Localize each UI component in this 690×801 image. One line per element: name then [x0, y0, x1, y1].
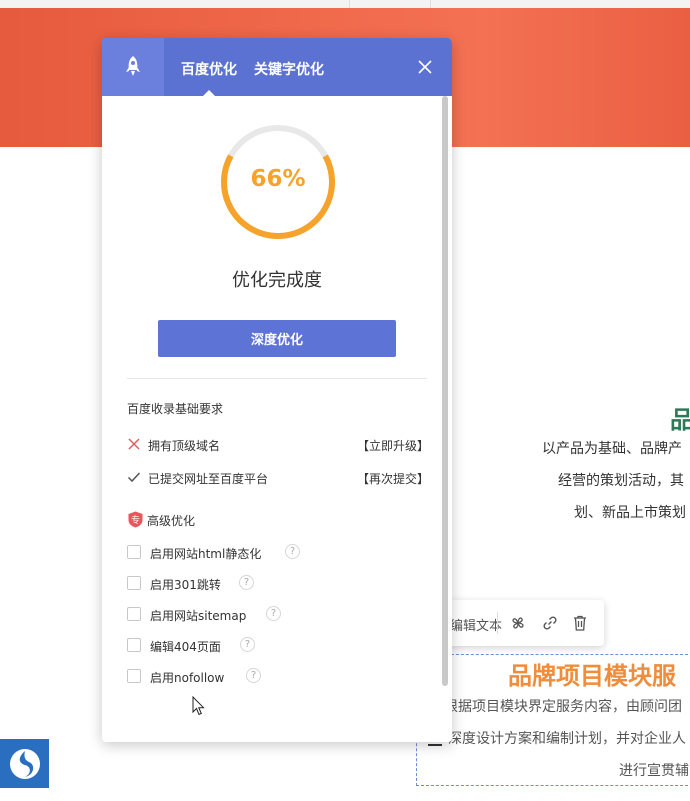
option-label[interactable]: 启用nofollow	[150, 669, 224, 686]
section-heading: 品	[670, 406, 690, 434]
requirement-row: 已提交网址至百度平台 【再次提交】	[127, 468, 429, 488]
requirement-label: 拥有顶级域名	[148, 439, 221, 453]
progress-percent: 66%	[250, 166, 306, 192]
requirement-label: 已提交网址至百度平台	[148, 472, 269, 486]
edit-text-button[interactable]: 编辑文本	[450, 615, 502, 634]
top-bar-divider	[349, 0, 350, 8]
option-row[interactable]: 编辑404页面 ?	[127, 637, 367, 657]
module-text-line: 进行宣贯辅	[619, 763, 689, 779]
help-icon[interactable]: ?	[246, 668, 261, 683]
resubmit-link[interactable]: 【再次提交】	[357, 470, 429, 487]
toolbar-divider	[497, 612, 498, 634]
link-icon[interactable]	[539, 612, 561, 634]
svg-text:专: 专	[131, 514, 140, 526]
cross-icon	[128, 438, 140, 450]
close-icon[interactable]	[416, 58, 434, 76]
logo-swirl-icon	[9, 748, 40, 779]
section-text-line: 以产品为基础、品牌产	[542, 441, 682, 457]
section-divider	[127, 378, 427, 379]
upgrade-now-link[interactable]: 【立即升级】	[357, 437, 429, 454]
progress-caption: 优化完成度	[232, 270, 322, 291]
requirements-title: 百度收录基础要求	[127, 402, 224, 416]
option-label[interactable]: 启用301跳转	[150, 576, 221, 593]
option-checkbox[interactable]	[127, 545, 141, 559]
option-label[interactable]: 启用网站sitemap	[150, 607, 246, 624]
option-checkbox[interactable]	[127, 607, 141, 621]
option-checkbox[interactable]	[127, 669, 141, 683]
panel-header: 百度优化 关键字优化	[102, 38, 452, 96]
active-tab-indicator	[203, 90, 215, 96]
site-top-bar	[0, 0, 690, 8]
option-row[interactable]: 启用网站sitemap ?	[127, 606, 367, 626]
help-icon[interactable]: ?	[266, 606, 281, 621]
seo-optimization-panel: 百度优化 关键字优化 66% 优化完成度 深度优化 百度收录基础要求 拥有顶级域…	[102, 38, 452, 742]
option-label[interactable]: 编辑404页面	[150, 638, 221, 655]
tab-baidu-optimization[interactable]: 百度优化	[181, 59, 237, 79]
help-icon[interactable]: ?	[240, 637, 255, 652]
top-bar-divider	[430, 0, 431, 8]
option-checkbox[interactable]	[127, 638, 141, 652]
section-text-line: 经营的策划活动，其	[558, 473, 684, 489]
site-logo[interactable]	[0, 739, 49, 788]
element-edit-toolbar[interactable]: 编辑文本	[436, 600, 604, 646]
tab-keyword-optimization[interactable]: 关键字优化	[254, 59, 324, 79]
mouse-cursor-icon	[192, 696, 205, 716]
deep-optimize-button[interactable]: 深度优化	[158, 320, 396, 357]
option-row[interactable]: 启用网站html静态化 ?	[127, 544, 367, 564]
option-label[interactable]: 启用网站html静态化	[150, 545, 261, 562]
module-text-line: 深度设计方案和编制计划，并对企业人	[448, 731, 686, 747]
check-icon	[127, 472, 141, 483]
rocket-icon	[102, 38, 164, 96]
option-checkbox[interactable]	[127, 576, 141, 590]
advanced-title: 高级优化	[147, 514, 196, 528]
option-row[interactable]: 启用nofollow ?	[127, 668, 367, 688]
help-icon[interactable]: ?	[239, 575, 254, 590]
option-row[interactable]: 启用301跳转 ?	[127, 575, 367, 595]
requirement-row: 拥有顶级域名 【立即升级】	[127, 435, 429, 455]
fan-icon[interactable]	[507, 612, 529, 634]
section-text-line: 划、新品上市策划	[574, 505, 686, 521]
help-icon[interactable]: ?	[285, 544, 300, 559]
pro-badge-icon: 专	[128, 511, 143, 528]
trash-icon[interactable]	[569, 612, 591, 634]
panel-scrollbar[interactable]	[442, 96, 448, 686]
module-text-line: 根据项目模块界定服务内容，由顾问团	[444, 699, 682, 715]
module-title: 品牌项目模块服	[508, 662, 676, 690]
